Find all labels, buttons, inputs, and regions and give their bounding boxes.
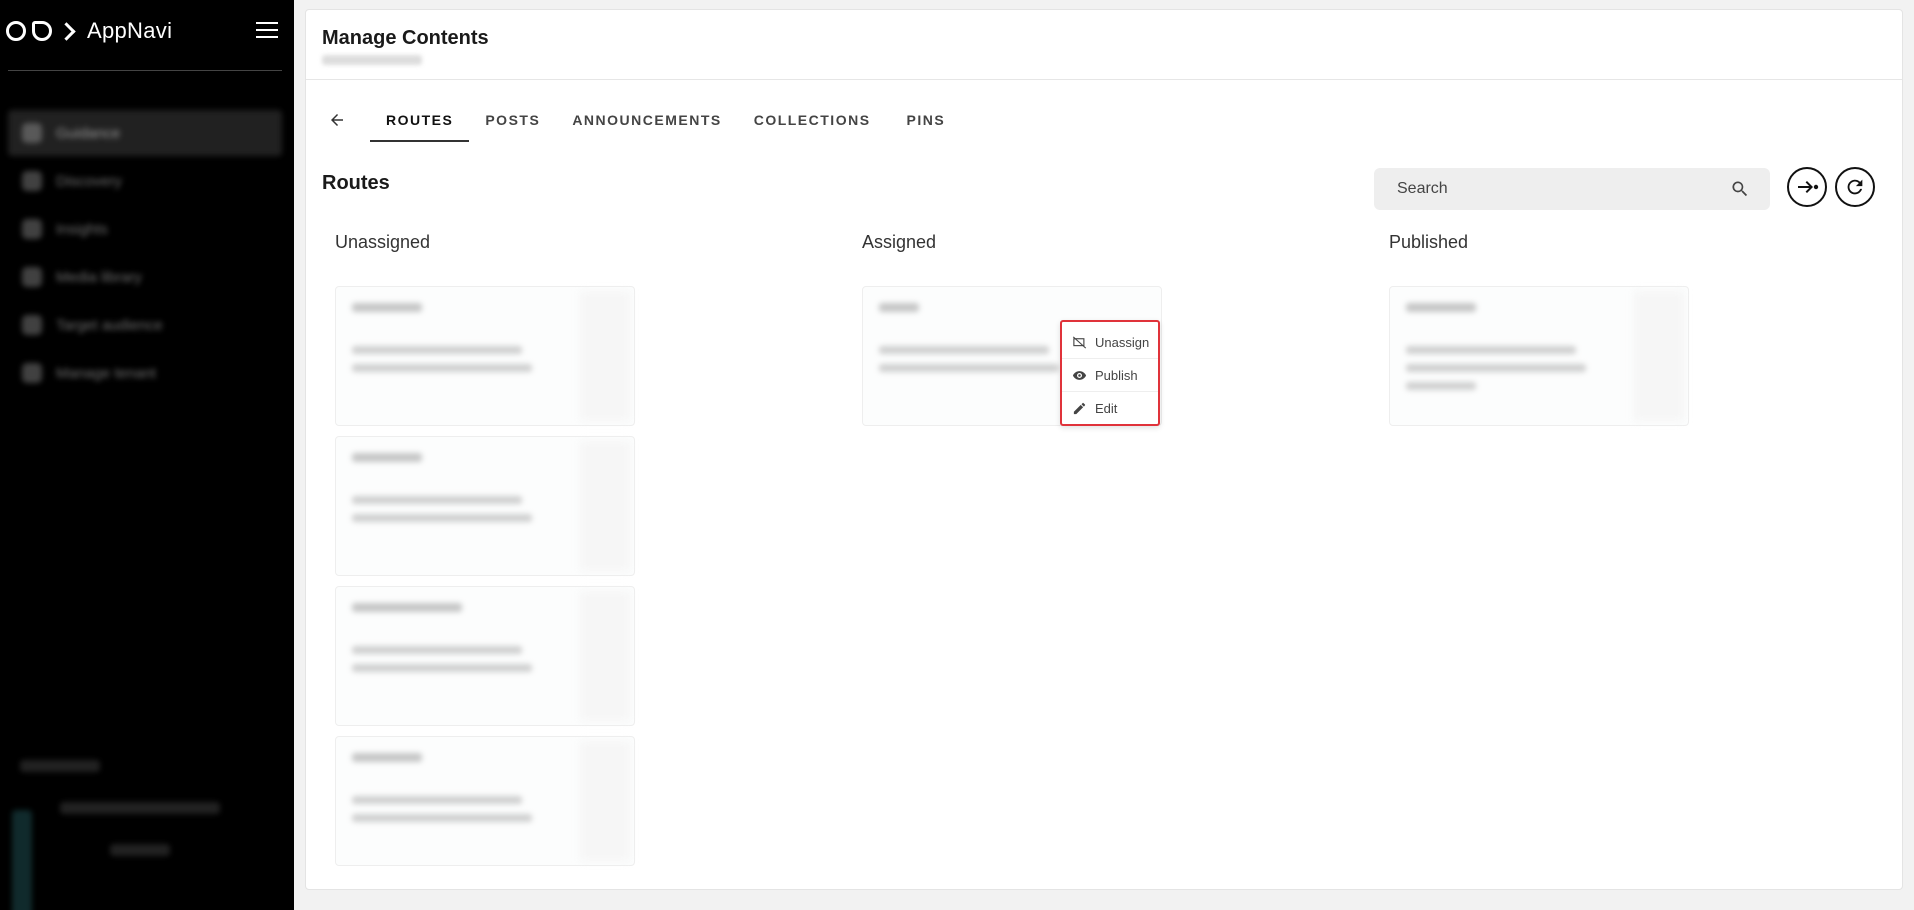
route-card[interactable] [1389,286,1689,426]
section-title: Routes [322,172,390,194]
sidebar: AppNavi Guidance Discovery Insights Medi… [0,0,294,910]
pencil-icon [1073,402,1086,415]
search-input[interactable] [1397,180,1730,198]
guidance-icon [22,123,42,143]
refresh-icon [1847,179,1863,195]
avatar[interactable] [12,810,32,910]
sidebar-item-label: Guidance [56,124,121,142]
route-card[interactable] [335,286,635,426]
sidebar-item-insights[interactable]: Insights [8,206,282,252]
sidebar-item-label: Media library [56,268,142,286]
column-title-assigned: Assigned [862,232,937,252]
menu-item-label: Edit [1095,401,1118,416]
card-context-menu: Unassign Publish Edit [1060,320,1160,426]
sidebar-item-discovery[interactable]: Discovery [8,158,282,204]
tab-announcements[interactable]: ANNOUNCEMENTS [556,98,737,142]
image-icon [22,267,42,287]
sidebar-item-guidance[interactable]: Guidance [8,110,282,156]
arrow-left-icon [331,114,343,126]
column-title-published: Published [1389,232,1469,252]
publish-menu-item[interactable]: Publish [1062,359,1158,392]
assign-button[interactable] [1787,167,1827,207]
route-card[interactable] [335,736,635,866]
sidebar-item-label: Target audience [56,316,163,334]
route-card[interactable] [335,586,635,726]
back-button[interactable] [322,105,352,135]
sidebar-item-label: Discovery [56,172,122,190]
menu-toggle-icon[interactable] [256,22,278,38]
sidebar-nav: Guidance Discovery Insights Media librar… [8,110,282,398]
page-title: Manage Contents [322,27,489,49]
sidebar-item-media-library[interactable]: Media library [8,254,282,300]
menu-item-label: Publish [1095,367,1138,383]
tab-routes[interactable]: ROUTES [370,98,470,142]
tab-pins[interactable]: PINS [891,98,962,142]
edit-menu-item[interactable]: Edit [1062,392,1158,425]
sidebar-item-label: Manage tenant [56,364,157,382]
unassign-menu-item[interactable]: Unassign [1062,326,1158,359]
tab-posts[interactable]: POSTS [469,98,556,142]
route-card[interactable] [335,436,635,576]
insights-icon [22,219,42,239]
tab-collections[interactable]: COLLECTIONS [738,98,887,142]
page-header: Manage Contents [306,10,1902,80]
search-icon[interactable] [1730,179,1750,199]
arrow-right-dot-icon [1798,181,1819,193]
target-icon [22,315,42,335]
search-icon [22,171,42,191]
app-name: AppNavi [87,18,173,43]
app-logo: AppNavi [6,14,288,48]
eye-icon [1072,370,1087,380]
settings-icon [22,363,42,383]
sidebar-item-target-audience[interactable]: Target audience [8,302,282,348]
menu-item-label: Unassign [1095,334,1150,350]
sidebar-footer [12,760,270,910]
unassign-icon [1072,335,1087,349]
logo-icon [6,21,76,41]
search-box [1374,168,1770,210]
sidebar-item-manage-tenant[interactable]: Manage tenant [8,350,282,396]
column-title-unassigned: Unassigned [335,232,431,252]
page-subtitle [322,55,422,65]
sidebar-divider [8,70,282,71]
refresh-button[interactable] [1835,167,1875,207]
main-panel: Manage Contents ROUTES POSTS ANNOUNCEMEN… [305,9,1903,890]
tab-bar: ROUTES POSTS ANNOUNCEMENTS COLLECTIONS P… [322,98,961,142]
sidebar-item-label: Insights [56,220,108,238]
